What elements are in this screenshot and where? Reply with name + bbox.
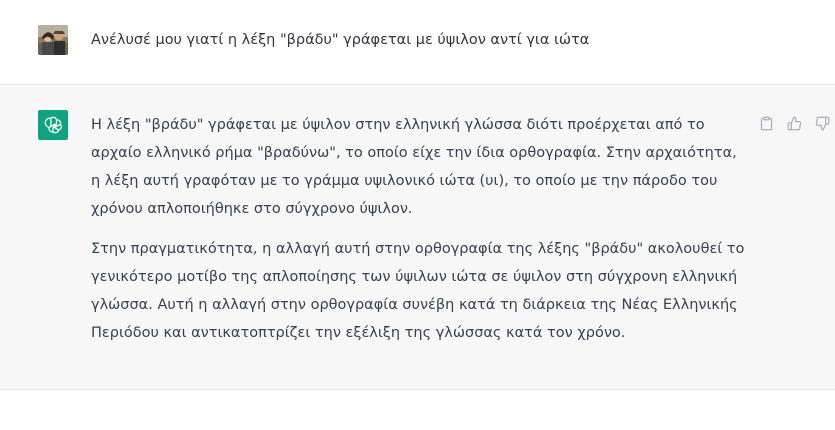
assistant-message-text: Η λέξη "βράδυ" γράφεται με ύψιλον στην ε…	[91, 111, 746, 347]
clipboard-icon	[760, 116, 772, 130]
thumbs-up-icon	[787, 116, 801, 130]
dislike-button[interactable]	[812, 113, 832, 133]
copy-button[interactable]	[756, 113, 776, 133]
user-message-text: Ανέλυσέ μου γιατί η λέξη "βράδυ" γράφετα…	[91, 32, 590, 48]
thumbs-down-icon	[815, 116, 829, 130]
chat-page: Ανέλυσέ μου γιατί η λέξη "βράδυ" γράφετα…	[0, 0, 835, 430]
assistant-message-row: Η λέξη "βράδυ" γράφεται με ύψιλον στην ε…	[0, 85, 835, 390]
answer-paragraph-1: Η λέξη "βράδυ" γράφεται με ύψιλον στην ε…	[91, 117, 737, 217]
user-avatar	[38, 25, 68, 55]
like-button[interactable]	[784, 113, 804, 133]
user-message-row: Ανέλυσέ μου γιατί η λέξη "βράδυ" γράφετα…	[0, 0, 835, 85]
message-actions	[756, 113, 832, 133]
answer-paragraph-2: Στην πραγματικότητα, η αλλαγή αυτή στην …	[91, 241, 745, 341]
openai-logo-icon	[38, 110, 68, 140]
